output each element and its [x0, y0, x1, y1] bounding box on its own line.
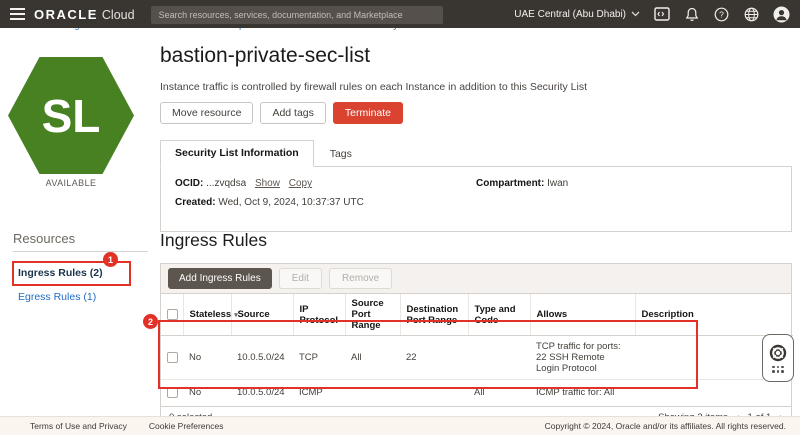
resource-initials: SL — [42, 89, 101, 143]
oracle-cloud-console: Networking»Virtual cloud networks»one-vc… — [0, 0, 800, 435]
select-all-checkbox[interactable] — [167, 309, 178, 320]
oracle-cloud-logo[interactable]: ORACLE Cloud — [34, 7, 135, 22]
column-type-and-code: Type and Code — [468, 294, 530, 336]
cell-stateless: No — [183, 380, 231, 406]
hamburger-menu-icon[interactable] — [0, 0, 34, 28]
annotation-step-1-badge: 1 — [103, 252, 118, 267]
tab-security-list-information[interactable]: Security List Information — [160, 140, 314, 167]
cell-stateless: No — [183, 336, 231, 380]
cell-ip-protocol: ICMP — [293, 380, 345, 406]
table-row: No 10.0.5.0/24 TCP All 22 TCP traffic fo… — [161, 336, 793, 380]
column-description: Description — [635, 294, 793, 336]
cookie-preferences-link[interactable]: Cookie Preferences — [149, 421, 224, 431]
ingress-rules-table-card: Add Ingress Rules Edit Remove Stateless▾… — [160, 263, 792, 430]
global-search — [151, 5, 443, 24]
add-tags-button[interactable]: Add tags — [260, 102, 325, 124]
help-icon[interactable]: ? — [713, 6, 730, 23]
status-badge: AVAILABLE — [0, 178, 142, 188]
rules-toolbar: Add Ingress Rules Edit Remove — [161, 264, 791, 294]
cell-type-and-code: All — [468, 380, 530, 406]
page-title: bastion-private-sec-list — [160, 44, 370, 68]
remove-button[interactable]: Remove — [329, 268, 392, 289]
language-globe-icon[interactable] — [743, 6, 760, 23]
resources-divider — [13, 251, 148, 252]
cell-type-and-code — [468, 336, 530, 380]
table-header-row: Stateless▾ Source IP Protocol Source Por… — [161, 294, 793, 336]
ocid-show-link[interactable]: Show — [255, 178, 280, 189]
support-launcher[interactable] — [762, 334, 794, 382]
cell-destination-port-range: 22 — [400, 336, 468, 380]
page-subtitle: Instance traffic is controlled by firewa… — [160, 81, 587, 93]
ingress-rules-heading: Ingress Rules — [160, 230, 267, 251]
user-avatar-icon[interactable] — [773, 6, 790, 23]
cell-destination-port-range — [400, 380, 468, 406]
copyright-text: Copyright © 2024, Oracle and/or its affi… — [545, 421, 786, 431]
created-label: Created: — [175, 197, 216, 208]
info-tabs: Security List Information Tags — [160, 139, 792, 166]
table-row: No 10.0.5.0/24 ICMP All ICMP traffic for… — [161, 380, 793, 406]
ocid-value: ...zvqdsa — [206, 178, 246, 189]
developer-tools-icon[interactable] — [653, 6, 670, 23]
column-destination-port-range: Destination Port Range — [400, 294, 468, 336]
topbar-right-controls: UAE Central (Abu Dhabi) ? — [514, 6, 800, 23]
info-card-body: OCID: ...zvqdsa Show Copy Created: Wed, … — [160, 166, 792, 232]
add-ingress-rules-button[interactable]: Add Ingress Rules — [168, 268, 272, 289]
region-selector[interactable]: UAE Central (Abu Dhabi) — [514, 9, 640, 20]
cell-description — [635, 380, 793, 406]
column-source: Source — [231, 294, 293, 336]
cell-source: 10.0.5.0/24 — [231, 336, 293, 380]
column-source-port-range: Source Port Range — [345, 294, 400, 336]
cell-allows: TCP traffic for ports: 22 SSH Remote Log… — [530, 336, 635, 380]
region-label: UAE Central (Abu Dhabi) — [514, 9, 626, 20]
chevron-down-icon — [631, 11, 640, 17]
cell-source: 10.0.5.0/24 — [231, 380, 293, 406]
search-input[interactable] — [151, 6, 443, 24]
compartment-label: Compartment: — [476, 178, 544, 189]
logo-cloud-text: Cloud — [102, 8, 135, 22]
top-navigation-bar: ORACLE Cloud UAE Central (Abu Dhabi) ? — [0, 0, 800, 28]
page-footer: Terms of Use and Privacy Cookie Preferen… — [0, 416, 800, 435]
created-value: Wed, Oct 9, 2024, 10:37:37 UTC — [218, 197, 363, 208]
logo-oracle-text: ORACLE — [34, 7, 98, 22]
column-ip-protocol: IP Protocol — [293, 294, 345, 336]
terms-of-use-link[interactable]: Terms of Use and Privacy — [30, 421, 127, 431]
header-checkbox-cell — [161, 294, 183, 336]
resource-type-hexagon: SL — [8, 57, 134, 174]
notifications-bell-icon[interactable] — [683, 6, 700, 23]
row-checkbox[interactable] — [167, 352, 178, 363]
security-list-info-card: Security List Information Tags OCID: ...… — [160, 139, 792, 232]
ocid-copy-link[interactable]: Copy — [289, 178, 312, 189]
created-row: Created: Wed, Oct 9, 2024, 10:37:37 UTC — [175, 197, 777, 208]
svg-text:?: ? — [719, 9, 724, 19]
annotation-step-2-badge: 2 — [143, 314, 158, 329]
compartment-value: Iwan — [547, 178, 568, 189]
column-allows: Allows — [530, 294, 635, 336]
cell-allows: ICMP traffic for: All — [530, 380, 635, 406]
ocid-label: OCID: — [175, 178, 203, 189]
drag-handle-dots-icon[interactable] — [772, 366, 784, 373]
resources-heading: Resources — [13, 231, 75, 246]
sidebar-item-egress-rules[interactable]: Egress Rules (1) — [18, 291, 96, 303]
compartment-row: Compartment: Iwan — [476, 178, 568, 189]
ingress-rules-table: Stateless▾ Source IP Protocol Source Por… — [161, 294, 793, 406]
sidebar-item-ingress-rules[interactable]: Ingress Rules (2) — [18, 267, 103, 279]
edit-button[interactable]: Edit — [279, 268, 322, 289]
resource-actions: Move resource Add tags Terminate — [160, 102, 403, 124]
cell-ip-protocol: TCP — [293, 336, 345, 380]
life-ring-support-icon — [769, 344, 787, 362]
row-checkbox[interactable] — [167, 387, 178, 398]
cell-source-port-range: All — [345, 336, 400, 380]
column-stateless[interactable]: Stateless▾ — [183, 294, 231, 336]
cell-source-port-range — [345, 380, 400, 406]
terminate-button[interactable]: Terminate — [333, 102, 403, 124]
move-resource-button[interactable]: Move resource — [160, 102, 253, 124]
tab-tags[interactable]: Tags — [314, 142, 368, 166]
